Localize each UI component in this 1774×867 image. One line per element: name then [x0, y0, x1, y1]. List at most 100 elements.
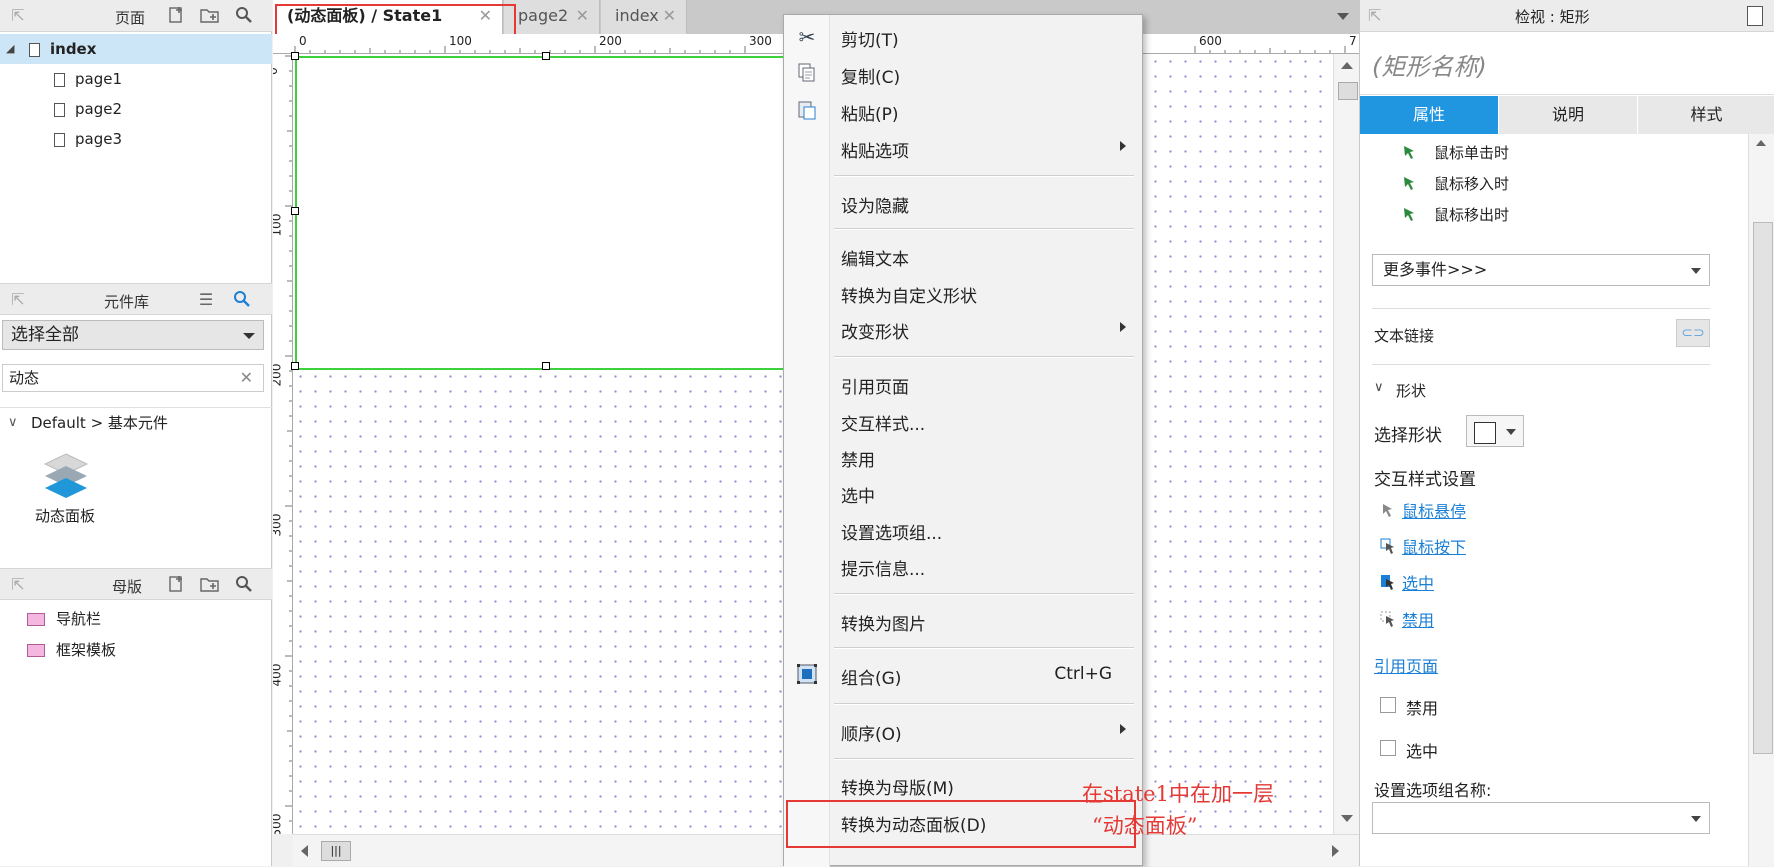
style-link-mouse-down[interactable]: 鼠标按下	[1402, 534, 1466, 558]
library-select-value: 选择全部	[11, 325, 79, 345]
page-item-page1[interactable]: page1	[0, 64, 272, 94]
page-item-page3[interactable]: page3	[0, 124, 272, 154]
dynamic-panel-widget[interactable]: 动态面板	[30, 452, 110, 532]
ruler-left: 0 100 200 300 400 500	[273, 54, 293, 834]
inspector-header: ⇱ 检视 : 矩形	[1360, 0, 1774, 32]
page-item-page2[interactable]: page2	[0, 94, 272, 124]
resize-handle[interactable]	[542, 52, 550, 60]
close-icon[interactable]: ✕	[663, 0, 676, 32]
page-icon	[54, 132, 65, 147]
style-link-selected[interactable]: 选中	[1402, 570, 1434, 594]
tab-style[interactable]: 样式	[1638, 96, 1774, 134]
disabled-checkbox[interactable]	[1380, 697, 1396, 713]
menu-label: 转换为图片	[841, 615, 926, 635]
scroll-thumb[interactable]	[1753, 222, 1773, 754]
library-panel-title: 元件库	[104, 293, 150, 311]
tab-page2[interactable]: page2 ✕	[504, 0, 600, 34]
menu-item-reference-page[interactable]: 引用页面	[784, 367, 1142, 401]
resize-handle[interactable]	[291, 362, 299, 370]
scroll-up-icon[interactable]	[1756, 140, 1766, 146]
tabs-dropdown-icon[interactable]	[1337, 13, 1349, 20]
menu-label: 转换为母版(M)	[841, 779, 954, 799]
menu-item-tooltip[interactable]: 提示信息...	[784, 549, 1142, 583]
more-events-dropdown[interactable]: 更多事件>>>	[1372, 254, 1710, 286]
cursor-enter-icon	[1404, 177, 1414, 190]
menu-item-order[interactable]: 顺序(O)	[784, 714, 1142, 748]
selected-rectangle[interactable]	[291, 52, 800, 370]
menu-item-group[interactable]: 组合(G) Ctrl+G	[784, 658, 1142, 692]
search-icon[interactable]	[234, 575, 254, 595]
add-folder-icon[interactable]	[200, 6, 220, 26]
menu-item-disable[interactable]: 禁用	[784, 440, 1142, 474]
submenu-arrow-icon	[1120, 141, 1126, 151]
tab-notes[interactable]: 说明	[1499, 96, 1637, 134]
menu-item-convert-custom-shape[interactable]: 转换为自定义形状	[784, 276, 1142, 310]
master-item[interactable]: 框架模板	[0, 635, 272, 665]
scroll-down-icon[interactable]	[1341, 815, 1353, 822]
menu-label: 设为隐藏	[841, 197, 909, 217]
menu-item-cut[interactable]: ✂ 剪切(T)	[784, 20, 1142, 54]
clear-icon[interactable]: ✕	[240, 365, 253, 391]
ruler-label: 400	[273, 663, 284, 687]
option-group-dropdown[interactable]	[1372, 802, 1710, 834]
library-search-input[interactable]: 动态 ✕	[2, 364, 264, 392]
collapse-icon[interactable]: ⇱	[8, 575, 28, 595]
resize-handle[interactable]	[542, 362, 550, 370]
resize-handle[interactable]	[291, 52, 299, 60]
tab-properties[interactable]: 属性	[1360, 96, 1498, 134]
menu-label: 禁用	[841, 451, 875, 471]
menu-item-edit-text[interactable]: 编辑文本	[784, 239, 1142, 273]
menu-item-change-shape[interactable]: 改变形状	[784, 312, 1142, 346]
library-group[interactable]: ∨ Default > 基本元件	[0, 407, 272, 438]
menu-item-selected[interactable]: 选中	[784, 476, 1142, 510]
vertical-scrollbar[interactable]	[1333, 54, 1359, 834]
menu-item-convert-image[interactable]: 转换为图片	[784, 604, 1142, 638]
add-folder-icon[interactable]	[200, 575, 220, 595]
link-icon[interactable]: ⊂⊃	[1676, 319, 1710, 347]
submenu-arrow-icon	[1120, 724, 1126, 734]
style-link-disabled[interactable]: 禁用	[1402, 607, 1434, 631]
page-item-index[interactable]: ◢ index	[0, 34, 272, 64]
collapse-icon[interactable]: ⇱	[1368, 6, 1381, 25]
scroll-right-icon[interactable]	[1332, 845, 1339, 857]
style-link-hover[interactable]: 鼠标悬停	[1402, 498, 1466, 522]
reference-page-link[interactable]: 引用页面	[1374, 653, 1438, 677]
library-select[interactable]: 选择全部	[2, 320, 264, 350]
shape-name-field[interactable]: (矩形名称)	[1360, 33, 1774, 95]
collapse-icon[interactable]: ⇱	[8, 6, 28, 26]
menu-item-interaction-styles[interactable]: 交互样式...	[784, 404, 1142, 438]
ruler-label: 200	[599, 34, 622, 48]
menu-item-set-hidden[interactable]: 设为隐藏	[784, 186, 1142, 220]
rectangle-shape-icon	[1474, 422, 1496, 444]
add-master-icon[interactable]	[166, 575, 186, 595]
close-icon[interactable]: ✕	[576, 0, 589, 32]
selected-checkbox[interactable]	[1380, 740, 1396, 756]
cursor-click-icon	[1404, 146, 1414, 159]
menu-item-set-option-group[interactable]: 设置选项组...	[784, 513, 1142, 547]
cursor-leave-icon	[1404, 208, 1414, 221]
ruler-label: 100	[449, 34, 472, 48]
menu-item-paste[interactable]: 粘贴(P)	[784, 94, 1142, 128]
menu-item-paste-options[interactable]: 粘贴选项	[784, 131, 1142, 165]
chevron-down-icon: ∨	[8, 415, 18, 430]
scroll-thumb[interactable]	[1338, 82, 1358, 100]
search-icon[interactable]	[234, 6, 254, 26]
expand-triangle-icon[interactable]: ◢	[6, 34, 14, 64]
submenu-arrow-icon	[1120, 322, 1126, 332]
search-icon[interactable]	[232, 290, 252, 310]
tab-index[interactable]: index ✕	[601, 0, 687, 34]
resize-handle[interactable]	[291, 207, 299, 215]
inspector-scrollbar[interactable]	[1748, 134, 1774, 866]
selected-checkbox-label: 选中	[1406, 742, 1439, 761]
menu-item-copy[interactable]: 复制(C)	[784, 57, 1142, 91]
scroll-up-icon[interactable]	[1341, 62, 1353, 69]
menu-icon[interactable]: ☰	[196, 290, 216, 310]
scroll-thumb[interactable]: |||	[321, 841, 351, 861]
chevron-down-icon[interactable]: ∨	[1374, 380, 1384, 395]
select-shape-dropdown[interactable]	[1466, 415, 1524, 447]
notes-icon[interactable]	[1747, 6, 1763, 26]
master-item[interactable]: 导航栏	[0, 604, 272, 634]
collapse-icon[interactable]: ⇱	[8, 290, 28, 310]
scroll-left-icon[interactable]	[301, 845, 308, 857]
add-page-icon[interactable]	[166, 6, 186, 26]
